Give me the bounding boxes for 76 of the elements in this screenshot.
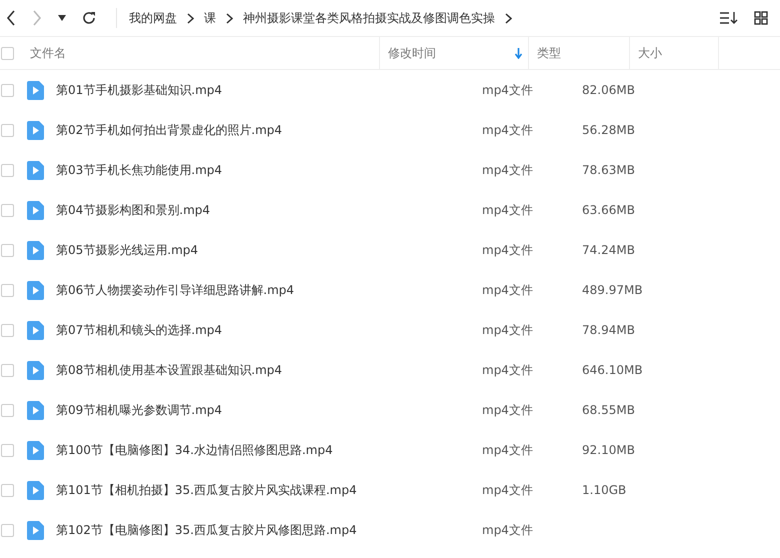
row-checkbox[interactable] xyxy=(1,244,14,256)
grid-icon[interactable] xyxy=(754,11,768,25)
chevron-icon xyxy=(187,12,194,24)
file-type: mp4文件 xyxy=(482,402,534,418)
file-name[interactable]: 第04节摄影构图和景别.mp4 xyxy=(56,202,482,218)
row-checkbox[interactable] xyxy=(1,164,14,176)
row-checkbox[interactable] xyxy=(1,444,14,456)
file-name[interactable]: 第07节相机和镜头的选择.mp4 xyxy=(56,322,482,338)
file-type: mp4文件 xyxy=(482,122,534,138)
file-type: mp4文件 xyxy=(482,522,534,538)
dropdown-icon[interactable] xyxy=(58,15,66,21)
file-type: mp4文件 xyxy=(482,362,534,378)
video-file-icon xyxy=(27,320,44,340)
row-checkbox[interactable] xyxy=(1,204,14,216)
file-name[interactable]: 第102节【电脑修图】35.西瓜复古胶片风修图思路.mp4 xyxy=(56,522,482,538)
file-name[interactable]: 第100节【电脑修图】34.水边情侣照修图思路.mp4 xyxy=(56,442,482,458)
chevron-icon xyxy=(505,12,512,24)
file-name[interactable]: 第03节手机长焦功能使用.mp4 xyxy=(56,162,482,178)
breadcrumb-item[interactable]: 神州摄影课堂各类风格拍摄实战及修图调色实操 xyxy=(243,10,495,26)
video-file-icon xyxy=(27,160,44,180)
file-type: mp4文件 xyxy=(482,482,534,498)
file-name[interactable]: 第06节人物摆姿动作引导详细思路讲解.mp4 xyxy=(56,282,482,298)
file-size: 68.55MB xyxy=(582,403,635,417)
chevron-icon xyxy=(226,12,233,24)
file-type: mp4文件 xyxy=(482,442,534,458)
back-icon[interactable] xyxy=(6,10,16,26)
file-type: mp4文件 xyxy=(482,82,534,98)
file-size: 82.06MB xyxy=(582,83,635,97)
video-file-icon xyxy=(27,120,44,140)
file-type: mp4文件 xyxy=(482,202,534,218)
file-size: 92.10MB xyxy=(582,443,635,457)
video-file-icon xyxy=(27,480,44,500)
column-header[interactable]: 修改时间 xyxy=(388,44,436,62)
sort-icon[interactable] xyxy=(720,11,738,25)
file-name[interactable]: 第02节手机如何拍出背景虚化的照片.mp4 xyxy=(56,122,482,138)
file-type: mp4文件 xyxy=(482,322,534,338)
video-file-icon xyxy=(27,80,44,100)
file-name[interactable]: 第09节相机曝光参数调节.mp4 xyxy=(56,402,482,418)
row-checkbox[interactable] xyxy=(1,524,14,536)
breadcrumb-item[interactable]: 课 xyxy=(204,10,216,26)
file-size: 63.66MB xyxy=(582,203,635,217)
file-size: 74.24MB xyxy=(582,243,635,257)
forward-icon[interactable] xyxy=(32,10,42,26)
file-size: 646.10MB xyxy=(582,363,643,377)
row-checkbox[interactable] xyxy=(1,284,14,296)
column-header[interactable]: 大小 xyxy=(638,44,662,62)
file-type: mp4文件 xyxy=(482,242,534,258)
column-header[interactable]: 类型 xyxy=(537,44,561,62)
video-file-icon xyxy=(27,440,44,460)
file-size: 78.94MB xyxy=(582,323,635,337)
file-size: 78.63MB xyxy=(582,163,635,177)
video-file-icon xyxy=(27,520,44,540)
row-checkbox[interactable] xyxy=(1,364,14,376)
row-checkbox[interactable] xyxy=(1,124,14,136)
video-file-icon xyxy=(27,240,44,260)
video-file-icon xyxy=(27,280,44,300)
row-checkbox[interactable] xyxy=(1,84,14,96)
file-name[interactable]: 第01节手机摄影基础知识.mp4 xyxy=(56,82,482,98)
column-header[interactable]: 文件名 xyxy=(30,44,66,62)
file-type: mp4文件 xyxy=(482,162,534,178)
file-size: 489.97MB xyxy=(582,283,643,297)
row-checkbox[interactable] xyxy=(1,404,14,416)
file-name[interactable]: 第08节相机使用基本设置跟基础知识.mp4 xyxy=(56,362,482,378)
refresh-icon[interactable] xyxy=(82,11,96,25)
video-file-icon xyxy=(27,200,44,220)
video-file-icon xyxy=(27,400,44,420)
file-type: mp4文件 xyxy=(482,282,534,298)
select-all-checkbox[interactable] xyxy=(1,46,14,60)
file-name[interactable]: 第05节摄影光线运用.mp4 xyxy=(56,242,482,258)
breadcrumb-item[interactable]: 我的网盘 xyxy=(129,10,177,26)
row-checkbox[interactable] xyxy=(1,484,14,496)
file-size: 56.28MB xyxy=(582,123,635,137)
row-checkbox[interactable] xyxy=(1,324,14,336)
file-size: 1.10GB xyxy=(582,483,626,497)
file-name[interactable]: 第101节【相机拍摄】35.西瓜复古胶片风实战课程.mp4 xyxy=(56,482,482,498)
video-file-icon xyxy=(27,360,44,380)
